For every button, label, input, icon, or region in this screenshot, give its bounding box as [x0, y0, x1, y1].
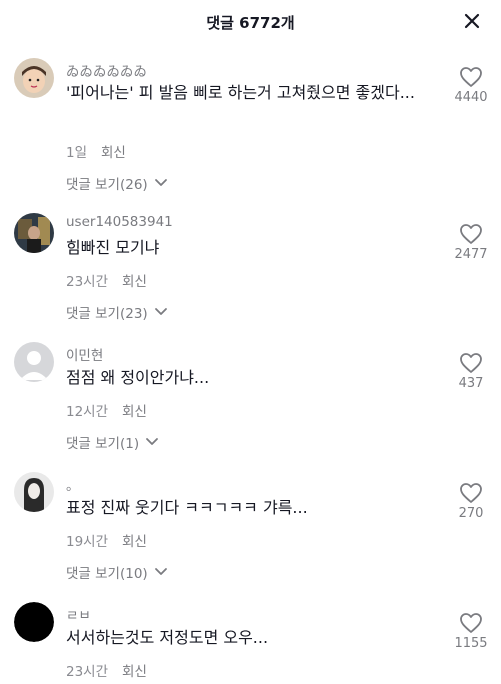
comment-text: 표정 진짜 웃기다 ㅋㅋㄱㅋㅋ 갸륵... — [66, 498, 308, 517]
comment-text: '피어나는' 피 발음 삐로 하는거 고쳐줬으면 좋겠다... — [66, 83, 415, 102]
comment-text: 점점 왜 정이안가냐... — [66, 368, 210, 387]
reply-button[interactable]: 회신 — [122, 274, 147, 290]
avatar[interactable] — [14, 58, 54, 98]
comments-header: 댓글 6772개 — [0, 0, 501, 44]
like-count: 4440 — [454, 90, 488, 105]
comment-username[interactable]: 。 — [66, 474, 80, 494]
comment-time: 19시간 — [66, 534, 109, 550]
view-replies-button[interactable]: 댓글 보기(26) — [66, 173, 168, 193]
chevron-down-icon — [154, 308, 167, 315]
reply-button[interactable]: 회신 — [122, 664, 147, 680]
chevron-down-icon — [146, 438, 159, 445]
like-button[interactable]: 4440 — [449, 66, 493, 105]
comment-username[interactable]: ㄹㅂ — [66, 604, 91, 624]
avatar[interactable] — [14, 472, 54, 512]
comment-time: 23시간 — [66, 274, 109, 290]
heart-icon — [460, 224, 482, 244]
view-replies-button[interactable]: 댓글 보기(10) — [66, 562, 168, 582]
close-icon[interactable] — [461, 10, 483, 32]
comment-time: 1일 — [66, 145, 88, 161]
comment-username[interactable]: 이민현 — [66, 344, 103, 364]
like-count: 1155 — [454, 636, 488, 651]
heart-icon — [460, 613, 482, 633]
comment-text: 서서하는것도 저정도면 오우... — [66, 628, 269, 647]
view-replies-button[interactable]: 댓글 보기(23) — [66, 302, 168, 322]
like-button[interactable]: 1155 — [449, 612, 493, 651]
heart-icon — [460, 353, 482, 373]
reply-button[interactable]: 회신 — [122, 534, 147, 550]
avatar[interactable] — [14, 342, 54, 382]
like-count: 437 — [458, 376, 484, 391]
chevron-down-icon — [154, 568, 167, 575]
comments-title: 댓글 6772개 — [206, 14, 295, 32]
comment-username[interactable]: ゐゐゐゐゐゐ — [66, 60, 147, 80]
like-count: 2477 — [454, 247, 488, 262]
view-replies-label: 댓글 보기(26) — [66, 177, 148, 193]
avatar[interactable] — [14, 602, 54, 642]
view-replies-label: 댓글 보기(1) — [66, 436, 140, 452]
reply-button[interactable]: 회신 — [122, 404, 147, 420]
comment-meta: 23시간 회신 — [66, 270, 147, 290]
heart-icon — [460, 483, 482, 503]
comment-time: 23시간 — [66, 664, 109, 680]
comment-time: 12시간 — [66, 404, 109, 420]
like-button[interactable]: 270 — [449, 482, 493, 521]
like-button[interactable]: 2477 — [449, 223, 493, 262]
reply-button[interactable]: 회신 — [101, 145, 126, 161]
chevron-down-icon — [154, 179, 167, 186]
like-button[interactable]: 437 — [449, 352, 493, 391]
view-replies-label: 댓글 보기(10) — [66, 566, 148, 582]
comment-meta: 23시간 회신 — [66, 660, 147, 680]
comment-username[interactable]: user140583941 — [66, 214, 173, 230]
view-replies-label: 댓글 보기(23) — [66, 306, 148, 322]
comment-meta: 1일 회신 — [66, 141, 126, 161]
like-count: 270 — [458, 506, 484, 521]
heart-icon — [460, 67, 482, 87]
view-replies-button[interactable]: 댓글 보기(1) — [66, 432, 159, 452]
comment-meta: 19시간 회신 — [66, 530, 147, 550]
comment-meta: 12시간 회신 — [66, 400, 147, 420]
avatar[interactable] — [14, 213, 54, 253]
comment-text: 힘빠진 모기냐 — [66, 238, 160, 257]
